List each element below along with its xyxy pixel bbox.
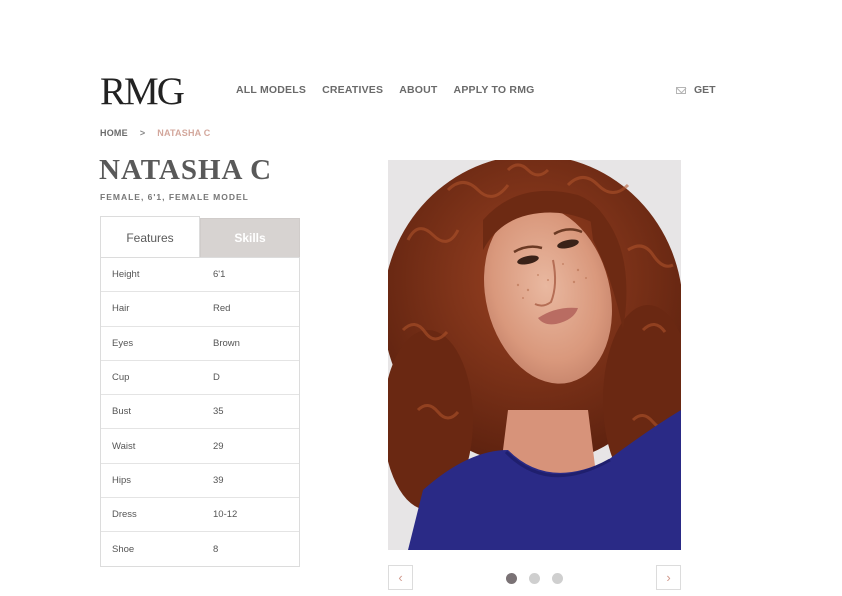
chevron-right-icon: › bbox=[666, 570, 671, 585]
breadcrumb-home[interactable]: HOME bbox=[100, 128, 128, 138]
tab-skills[interactable]: Skills bbox=[200, 218, 300, 258]
breadcrumb: HOME > NATASHA C bbox=[100, 128, 210, 138]
nav-all-models[interactable]: ALL MODELS bbox=[236, 84, 306, 96]
carousel-dot[interactable] bbox=[506, 573, 517, 584]
breadcrumb-current: NATASHA C bbox=[157, 128, 211, 138]
table-row: Dress 10-12 bbox=[101, 497, 299, 531]
table-row: Hair Red bbox=[101, 291, 299, 325]
table-row: Height 6'1 bbox=[101, 257, 299, 291]
feature-label: Waist bbox=[112, 440, 136, 452]
feature-label: Bust bbox=[112, 406, 132, 418]
feature-value: 35 bbox=[213, 406, 224, 418]
model-photo-image bbox=[388, 160, 681, 550]
feature-label: Hair bbox=[112, 303, 130, 315]
feature-label: Hips bbox=[112, 474, 132, 486]
tab-features[interactable]: Features bbox=[100, 216, 200, 258]
feature-label: Eyes bbox=[112, 337, 134, 349]
breadcrumb-separator: > bbox=[139, 128, 146, 138]
features-table: Height 6'1 Hair Red Eyes Brown Cup D Bust 35 Waist… bbox=[100, 257, 300, 567]
feature-label: Height bbox=[112, 269, 140, 281]
rmg-logo[interactable]: RMG bbox=[100, 72, 185, 111]
table-row: Shoe 8 bbox=[101, 531, 299, 565]
feature-value: 8 bbox=[213, 543, 219, 555]
table-row: Eyes Brown bbox=[101, 325, 299, 360]
table-row: Hips 39 bbox=[101, 462, 299, 497]
carousel-dot[interactable] bbox=[529, 573, 540, 584]
feature-label: Cup bbox=[112, 372, 130, 384]
get-label: GET bbox=[694, 84, 716, 96]
carousel-next-button[interactable]: › bbox=[656, 565, 681, 590]
carousel-dot[interactable] bbox=[552, 573, 563, 584]
feature-value: D bbox=[213, 372, 220, 384]
feature-value: Brown bbox=[213, 337, 240, 349]
feature-value: 10-12 bbox=[213, 509, 238, 521]
carousel-prev-button[interactable]: ‹ bbox=[388, 565, 413, 590]
mail-icon bbox=[676, 86, 686, 94]
table-row: Bust 35 bbox=[101, 394, 299, 428]
nav-apply-to-rmg[interactable]: APPLY TO RMG bbox=[454, 84, 535, 96]
main-nav: ALL MODELS CREATIVES ABOUT APPLY TO RMG bbox=[236, 84, 535, 96]
feature-label: Shoe bbox=[112, 543, 135, 555]
carousel-dots bbox=[506, 573, 563, 584]
feature-value: 39 bbox=[213, 474, 224, 486]
model-subtitle: FEMALE, 6'1, FEMALE MODEL bbox=[100, 192, 249, 202]
model-photo bbox=[388, 160, 681, 550]
get-button[interactable]: GET bbox=[676, 84, 716, 96]
nav-about[interactable]: ABOUT bbox=[399, 84, 437, 96]
chevron-left-icon: ‹ bbox=[398, 570, 403, 585]
feature-value: Red bbox=[213, 303, 231, 315]
profile-tabs: Features Skills bbox=[100, 216, 300, 258]
feature-value: 29 bbox=[213, 440, 224, 452]
feature-label: Dress bbox=[112, 509, 137, 521]
nav-creatives[interactable]: CREATIVES bbox=[322, 84, 383, 96]
feature-value: 6'1 bbox=[213, 269, 226, 281]
page-title: NATASHA C bbox=[99, 154, 273, 186]
table-row: Waist 29 bbox=[101, 428, 299, 462]
table-row: Cup D bbox=[101, 359, 299, 394]
